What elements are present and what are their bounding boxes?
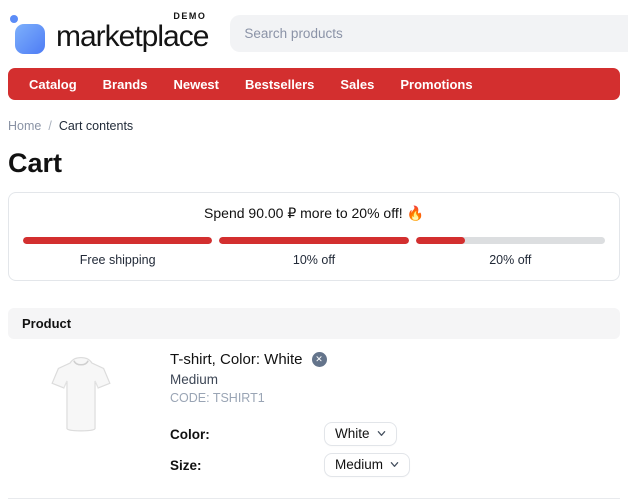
size-select-value: Medium (335, 457, 383, 472)
logo-icon (8, 12, 48, 54)
option-row-size: Size: Medium (170, 453, 620, 477)
breadcrumb: Home / Cart contents (8, 119, 620, 133)
cart-item-row: T-shirt, Color: White ✕ Medium CODE: TSH… (8, 351, 620, 484)
milestone-10-off: 10% off (219, 237, 408, 267)
nav-item-brands[interactable]: Brands (90, 77, 161, 92)
logo-dot-icon (10, 15, 18, 23)
color-select-value: White (335, 426, 370, 441)
progress-track (416, 237, 605, 244)
product-image-tshirt[interactable] (42, 351, 120, 439)
size-select[interactable]: Medium (324, 453, 410, 477)
progress-fill (219, 237, 408, 244)
header: marketplace DEMO (0, 0, 628, 64)
nav-item-promotions[interactable]: Promotions (387, 77, 485, 92)
chevron-down-icon (377, 429, 386, 438)
product-variant: Medium (170, 372, 620, 387)
search-input[interactable] (230, 15, 628, 52)
logo-square-icon (15, 24, 45, 54)
color-select[interactable]: White (324, 422, 397, 446)
cart-table-header: Product (8, 308, 620, 339)
milestone-20-off: 20% off (416, 237, 605, 267)
progress-fill (416, 237, 465, 244)
chevron-down-icon (390, 460, 399, 469)
product-title-row: T-shirt, Color: White ✕ (170, 351, 620, 368)
discount-milestones: Free shipping 10% off 20% off (23, 237, 605, 267)
brand-name: marketplace (56, 20, 208, 53)
option-row-color: Color: White (170, 422, 620, 446)
discount-headline: Spend 90.00 ₽ more to 20% off! 🔥 (23, 205, 605, 222)
product-title[interactable]: T-shirt, Color: White (170, 351, 303, 368)
discount-progress-banner: Spend 90.00 ₽ more to 20% off! 🔥 Free sh… (8, 192, 620, 281)
nav-item-sales[interactable]: Sales (327, 77, 387, 92)
main-nav: Catalog Brands Newest Bestsellers Sales … (8, 68, 620, 100)
progress-fill (23, 237, 212, 244)
milestone-label: Free shipping (23, 253, 212, 267)
page-title: Cart (8, 148, 620, 179)
nav-item-bestsellers[interactable]: Bestsellers (232, 77, 327, 92)
size-option-label: Size: (170, 458, 324, 473)
nav-item-catalog[interactable]: Catalog (16, 77, 90, 92)
milestone-free-shipping: Free shipping (23, 237, 212, 267)
section-divider (8, 498, 620, 499)
product-code: CODE: TSHIRT1 (170, 391, 620, 405)
brand-name-wrap: marketplace DEMO (56, 12, 208, 54)
product-details: T-shirt, Color: White ✕ Medium CODE: TSH… (170, 351, 620, 484)
milestone-label: 20% off (416, 253, 605, 267)
progress-track (23, 237, 212, 244)
breadcrumb-separator: / (48, 119, 51, 133)
product-options: Color: White Size: Medium (170, 422, 620, 477)
demo-badge: DEMO (173, 11, 206, 21)
nav-item-newest[interactable]: Newest (160, 77, 232, 92)
progress-track (219, 237, 408, 244)
breadcrumb-home-link[interactable]: Home (8, 119, 41, 133)
color-option-label: Color: (170, 427, 324, 442)
brand-logo[interactable]: marketplace DEMO (8, 12, 208, 54)
breadcrumb-current: Cart contents (59, 119, 133, 133)
milestone-label: 10% off (219, 253, 408, 267)
remove-item-icon[interactable]: ✕ (312, 352, 327, 367)
